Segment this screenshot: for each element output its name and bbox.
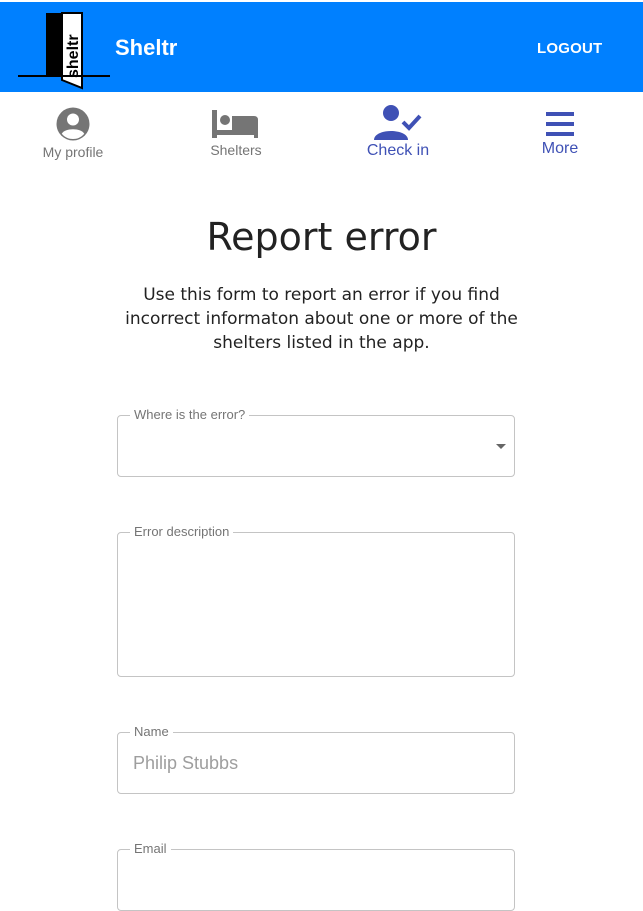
nav-shelters[interactable]: Shelters	[166, 108, 306, 180]
where-error-select[interactable]: Where is the error?	[117, 407, 515, 477]
name-label: Name	[130, 724, 173, 739]
page-intro: Use this form to report an error if you …	[125, 285, 518, 353]
error-description-field[interactable]: Error description	[117, 524, 515, 677]
nav-label-my-profile: My profile	[42, 144, 104, 160]
nav-more[interactable]: More	[490, 112, 630, 184]
nav-my-profile[interactable]: My profile	[3, 106, 143, 178]
where-error-label: Where is the error?	[130, 407, 250, 422]
app-header: sheltr Sheltr LOGOUT	[0, 2, 643, 92]
email-field[interactable]: Email	[117, 841, 515, 911]
name-field[interactable]: Name Philip Stubbs	[117, 724, 515, 794]
bed-icon	[212, 110, 258, 138]
menu-icon	[546, 112, 574, 136]
account-circle-icon	[56, 107, 90, 141]
name-value: Philip Stubbs	[133, 753, 239, 773]
error-description-label: Error description	[130, 524, 234, 539]
nav-label-check-in: Check in	[366, 142, 430, 159]
person-check-icon	[374, 105, 422, 140]
nav-label-shelters: Shelters	[210, 142, 262, 158]
svg-text:sheltr: sheltr	[65, 34, 82, 78]
dropdown-arrow-icon[interactable]	[496, 444, 506, 449]
nav-check-in[interactable]: Check in	[328, 104, 468, 176]
bottom-nav: My profile Shelters Check in More	[0, 92, 643, 174]
app-brand: Sheltr	[115, 35, 178, 60]
logout-button[interactable]: LOGOUT	[537, 40, 602, 57]
page-title: Report error	[206, 215, 437, 259]
sheltr-logo: sheltr	[18, 12, 110, 90]
nav-label-more: More	[541, 140, 579, 157]
